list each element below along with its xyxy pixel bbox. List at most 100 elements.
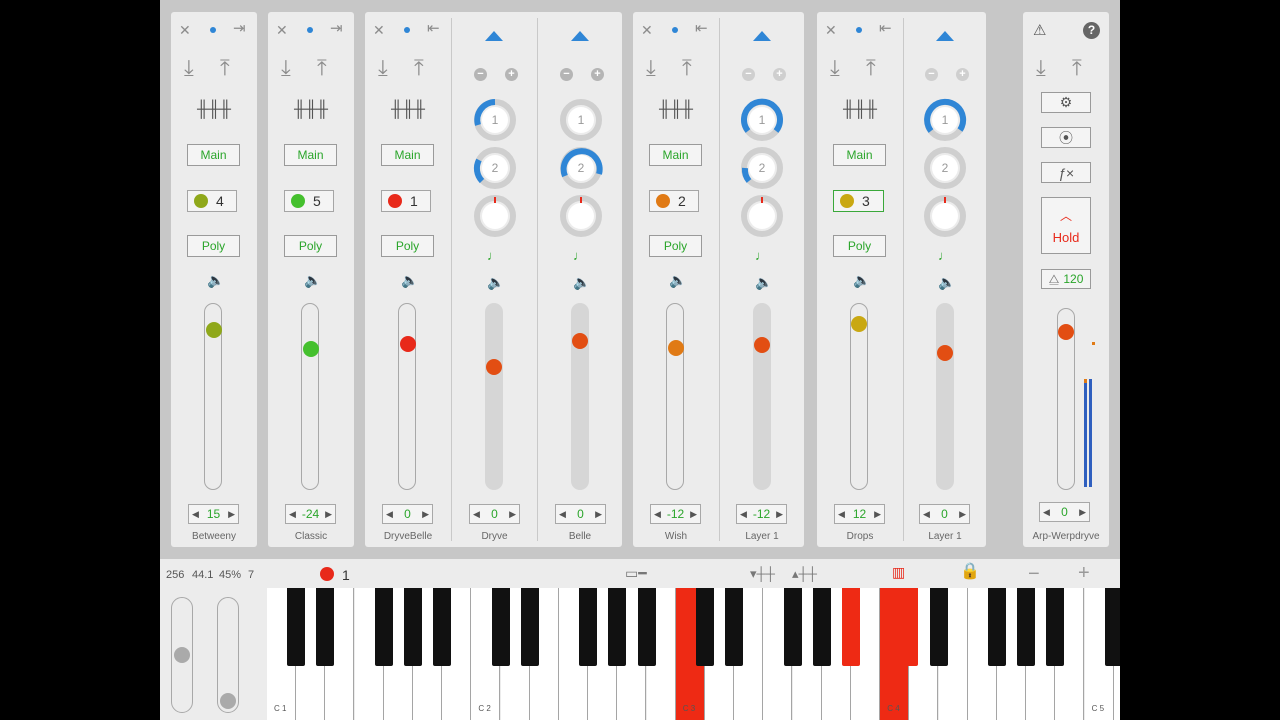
import-icon[interactable]: ⤓ xyxy=(378,57,388,79)
transpose-stepper[interactable]: ◀ -12 ▶ xyxy=(650,504,701,524)
volume-slider[interactable] xyxy=(301,303,319,490)
macro-knob-2[interactable]: 2 xyxy=(923,146,967,190)
mode-button[interactable]: Poly xyxy=(187,235,240,257)
close-icon[interactable]: ✕ xyxy=(276,23,288,37)
minus-icon[interactable]: − xyxy=(742,68,755,81)
volume-slider[interactable] xyxy=(666,303,684,490)
black-key-dsharp1[interactable] xyxy=(316,588,335,666)
import-icon[interactable]: ⤓ xyxy=(281,57,291,79)
right-arrow-icon[interactable]: ▶ xyxy=(228,509,235,520)
volume-knob[interactable] xyxy=(668,340,684,356)
right-arrow-icon[interactable]: ▶ xyxy=(509,509,516,520)
plus-icon[interactable]: + xyxy=(773,68,786,81)
export-icon[interactable]: ⤒ xyxy=(682,57,692,79)
black-key-gsharp4[interactable] xyxy=(1017,588,1036,666)
warning-icon[interactable]: ⚠ xyxy=(1033,23,1046,38)
black-key-asharp3[interactable] xyxy=(842,588,860,666)
macro-knob-1[interactable]: 1 xyxy=(740,98,784,142)
black-key-asharp1[interactable] xyxy=(433,588,452,666)
close-icon[interactable]: ✕ xyxy=(179,23,191,37)
left-arrow-icon[interactable]: ◀ xyxy=(559,509,566,520)
midi-button[interactable]: ⦿ xyxy=(1041,127,1091,148)
collapse-icon[interactable] xyxy=(571,31,589,41)
left-arrow-icon[interactable]: ◀ xyxy=(923,509,930,520)
route-in-icon[interactable]: ⇤ xyxy=(695,21,708,36)
transpose-stepper[interactable]: ◀ 0 ▶ xyxy=(555,504,606,524)
black-key-dsharp2[interactable] xyxy=(520,588,539,666)
left-arrow-icon[interactable]: ◀ xyxy=(838,509,845,520)
black-key-fsharp3[interactable] xyxy=(783,588,802,666)
channel-selector[interactable]: 5 xyxy=(284,190,334,212)
tempo-sync-icon[interactable]: ♩ xyxy=(938,248,951,263)
right-arrow-icon[interactable]: ▶ xyxy=(595,509,602,520)
channel-selector[interactable]: 3 xyxy=(833,190,884,212)
transpose-stepper[interactable]: ◀ 0 ▶ xyxy=(469,504,520,524)
multi-channel-icon[interactable]: ▥ xyxy=(892,565,905,579)
channel-selector[interactable]: 2 xyxy=(649,190,699,212)
mode-button[interactable]: Poly xyxy=(284,235,337,257)
volume-knob[interactable] xyxy=(851,316,867,332)
right-arrow-icon[interactable]: ▶ xyxy=(422,509,429,520)
minus-icon[interactable]: − xyxy=(925,68,938,81)
tempo-button[interactable]: ⧋ 120 xyxy=(1041,269,1091,289)
zoom-in-icon[interactable]: + xyxy=(1078,563,1090,583)
tempo-sync-icon[interactable]: ♩ xyxy=(487,248,500,263)
pan-knob[interactable] xyxy=(559,194,603,238)
mode-button[interactable]: Poly xyxy=(381,235,434,257)
black-key-csharp3[interactable] xyxy=(696,588,714,666)
output-button[interactable]: Main xyxy=(833,144,886,166)
transpose-stepper[interactable]: ◀ -12 ▶ xyxy=(736,504,787,524)
macro-knob-1[interactable]: 1 xyxy=(923,98,967,142)
volume-slider[interactable] xyxy=(753,303,771,490)
black-key-asharp4[interactable] xyxy=(1046,588,1065,666)
close-icon[interactable]: ✕ xyxy=(373,23,385,37)
transpose-stepper[interactable]: ◀ 12 ▶ xyxy=(834,504,885,524)
left-arrow-icon[interactable]: ◀ xyxy=(386,509,393,520)
route-out-icon[interactable]: ⇥ xyxy=(330,21,343,36)
transpose-stepper[interactable]: ◀ 15 ▶ xyxy=(188,504,239,524)
left-arrow-icon[interactable]: ◀ xyxy=(654,509,661,520)
right-arrow-icon[interactable]: ▶ xyxy=(1079,507,1086,518)
volume-slider[interactable] xyxy=(398,303,416,490)
black-key-csharp1[interactable] xyxy=(287,588,306,666)
keyboard-icon[interactable]: ╫╫╫ xyxy=(294,102,328,118)
black-key-gsharp1[interactable] xyxy=(404,588,422,666)
right-arrow-icon[interactable]: ▶ xyxy=(325,509,332,520)
help-icon[interactable]: ? xyxy=(1083,22,1100,39)
left-arrow-icon[interactable]: ◀ xyxy=(192,509,199,520)
volume-knob[interactable] xyxy=(303,341,319,357)
keyboard-icon[interactable]: ╫╫╫ xyxy=(659,102,693,118)
volume-slider[interactable] xyxy=(571,303,589,490)
velocity-up-icon[interactable]: ▴┼┼ xyxy=(792,567,817,580)
keyboard-icon[interactable]: ╫╫╫ xyxy=(197,102,231,118)
tempo-sync-icon[interactable]: ♩ xyxy=(573,248,586,263)
fx-button[interactable]: ƒ× xyxy=(1041,162,1091,183)
export-icon[interactable]: ⤒ xyxy=(1072,57,1082,79)
black-key-fsharp4[interactable] xyxy=(988,588,1006,666)
transpose-stepper[interactable]: ◀ 0 ▶ xyxy=(382,504,433,524)
volume-knob[interactable] xyxy=(400,336,416,352)
volume-knob[interactable] xyxy=(937,345,953,361)
export-icon[interactable]: ⤒ xyxy=(220,57,230,79)
black-key-csharp5[interactable] xyxy=(1104,588,1120,666)
black-key-csharp4[interactable] xyxy=(900,588,919,666)
macro-knob-1[interactable]: 1 xyxy=(559,98,603,142)
black-key-asharp2[interactable] xyxy=(637,588,656,666)
close-icon[interactable]: ✕ xyxy=(641,23,653,37)
pan-knob[interactable] xyxy=(473,194,517,238)
volume-slider[interactable] xyxy=(485,303,503,490)
volume-knob[interactable] xyxy=(754,337,770,353)
black-key-csharp2[interactable] xyxy=(491,588,510,666)
export-icon[interactable]: ⤒ xyxy=(317,57,327,79)
midi-channel-icon[interactable] xyxy=(320,567,334,581)
minus-icon[interactable]: − xyxy=(560,68,573,81)
keyboard-icon[interactable]: ╫╫╫ xyxy=(843,102,877,118)
right-arrow-icon[interactable]: ▶ xyxy=(874,509,881,520)
collapse-icon[interactable] xyxy=(936,31,954,41)
tempo-sync-icon[interactable]: ♩ xyxy=(755,248,768,263)
hold-button[interactable]: ︿ Hold xyxy=(1041,197,1091,254)
sustain-pedal-icon[interactable]: ▭━ xyxy=(625,566,647,580)
export-icon[interactable]: ⤒ xyxy=(414,57,424,79)
zoom-out-icon[interactable]: − xyxy=(1028,564,1040,584)
transpose-stepper[interactable]: ◀ 0 ▶ xyxy=(1039,502,1090,522)
